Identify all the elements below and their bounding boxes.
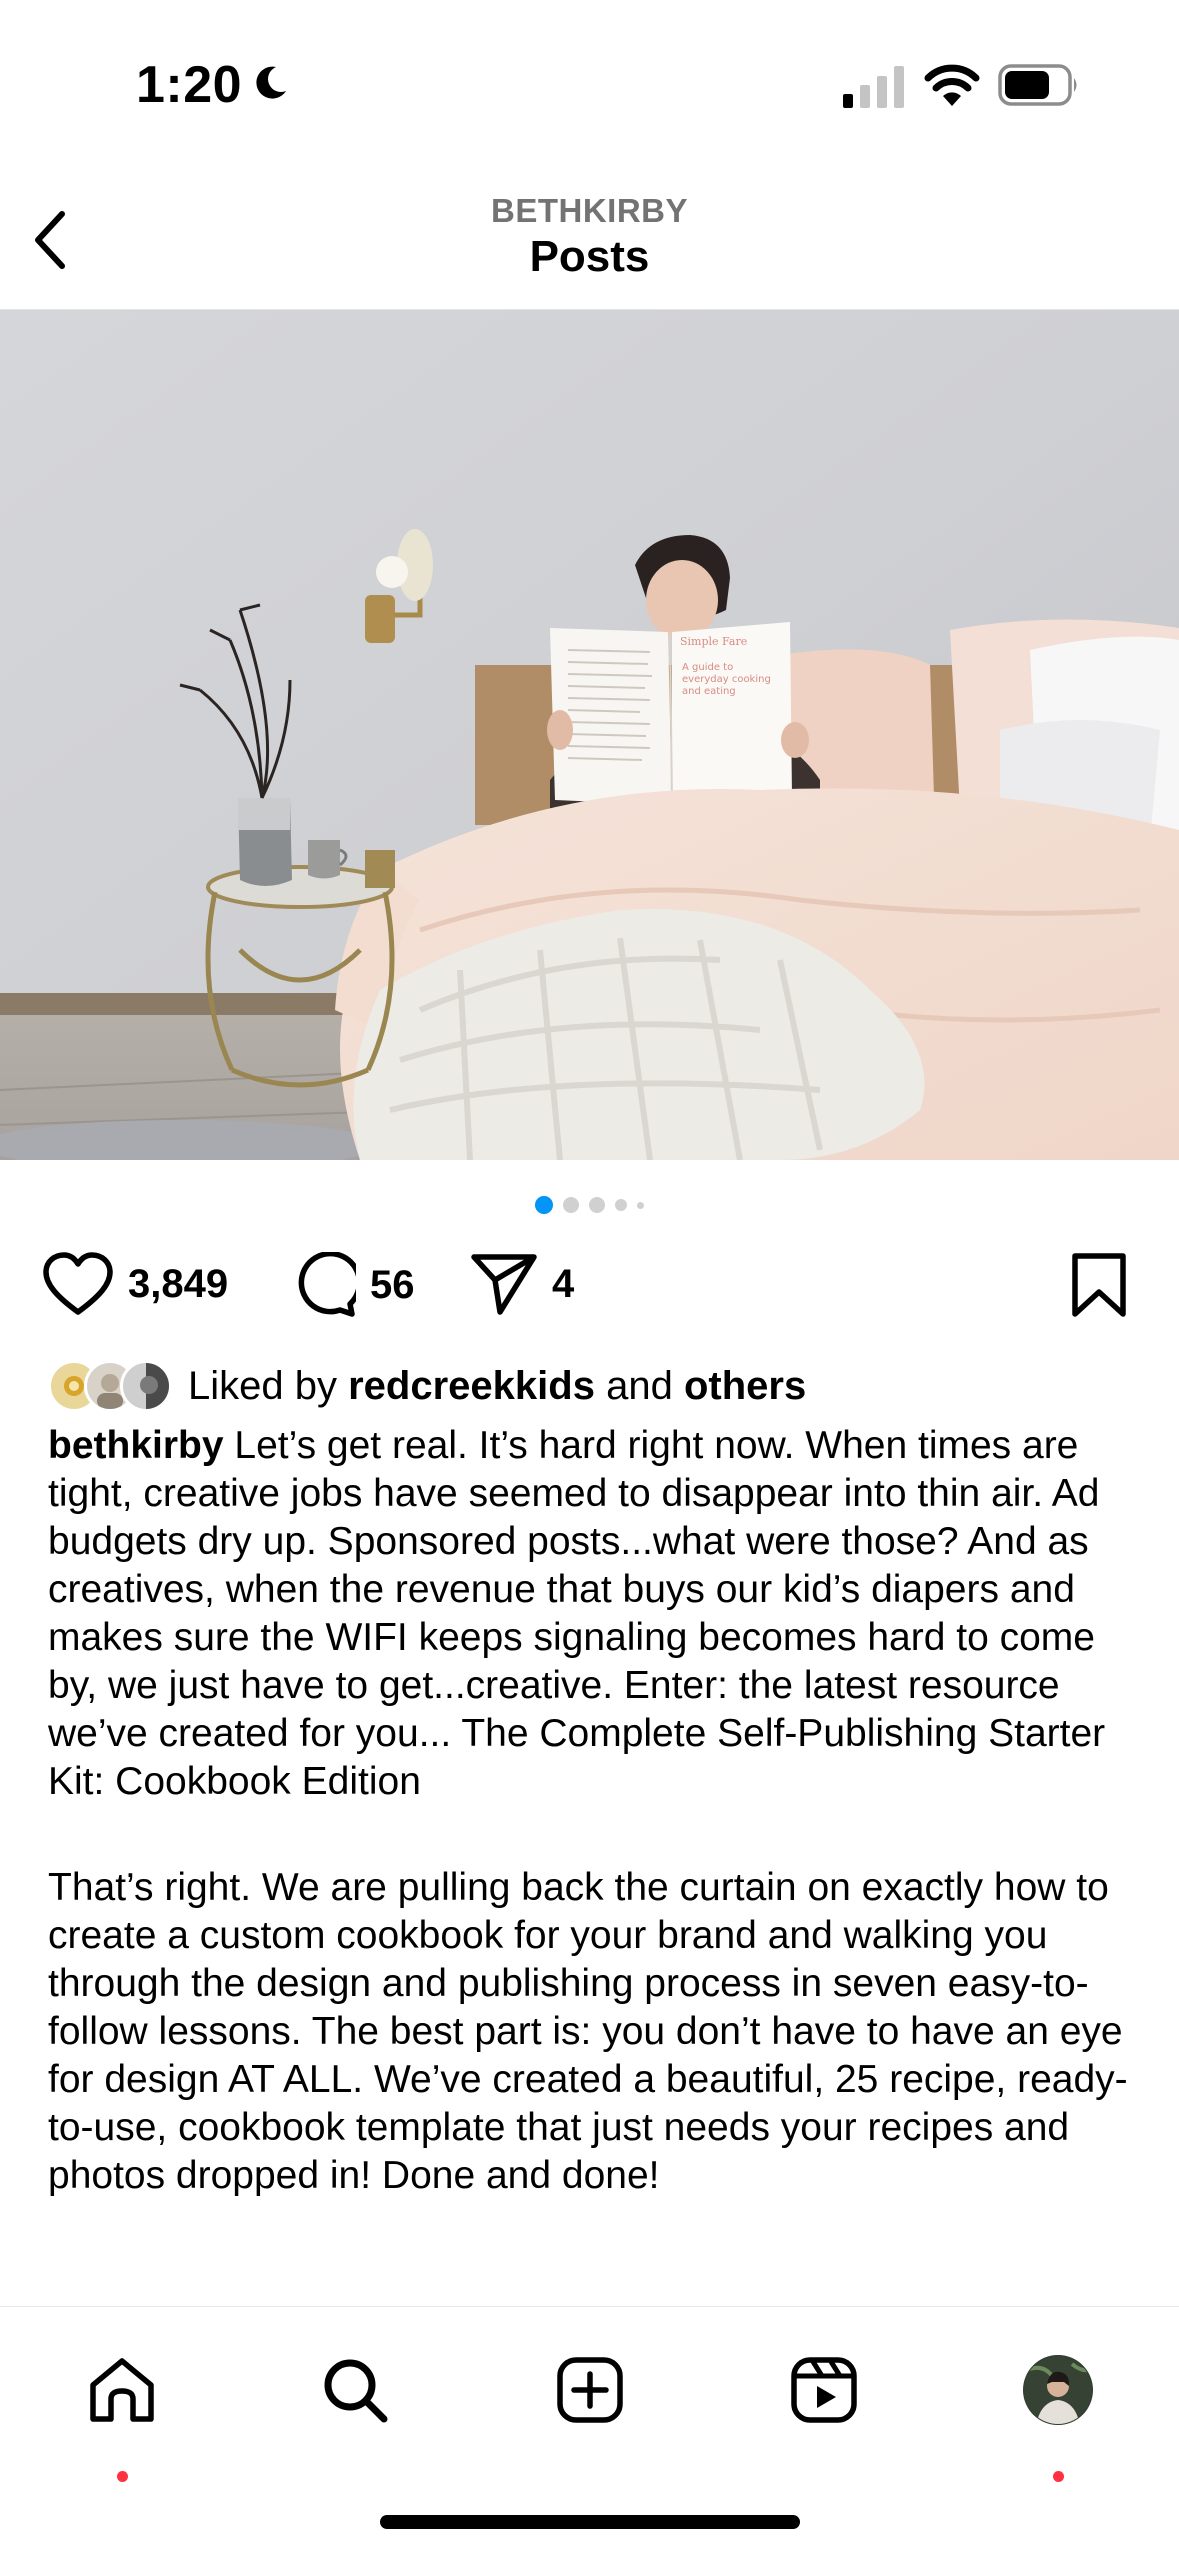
cellular-signal-icon — [843, 66, 904, 108]
page-header: BETHKIRBY Posts — [0, 170, 1179, 310]
carousel-indicator — [0, 1195, 1179, 1215]
carousel-dot — [589, 1197, 605, 1213]
profile-avatar — [1023, 2355, 1093, 2425]
liked-by-others[interactable]: others — [684, 1364, 806, 1408]
battery-icon — [998, 64, 1077, 106]
avatar — [120, 1360, 172, 1412]
heart-icon[interactable] — [42, 1252, 114, 1316]
like-action[interactable]: 3,849 — [42, 1252, 228, 1316]
page-title: Posts — [529, 232, 650, 281]
liker-avatars[interactable] — [48, 1358, 188, 1414]
post-actions: 3,849 56 4 — [0, 1240, 1179, 1330]
status-bar: 1:20 — [0, 0, 1179, 170]
tab-reels[interactable] — [779, 2345, 869, 2435]
status-time: 1:20 — [136, 56, 243, 114]
home-indicator — [380, 2515, 800, 2529]
moon-icon — [256, 66, 286, 99]
notification-dot — [1053, 2471, 1064, 2482]
home-icon — [90, 2358, 154, 2422]
liked-by-user[interactable]: redcreekkids — [348, 1364, 595, 1408]
plus-square-icon — [557, 2357, 623, 2423]
liked-by-text[interactable]: Liked by redcreekkids and others — [188, 1364, 806, 1409]
like-count[interactable]: 3,849 — [128, 1262, 228, 1307]
wifi-icon — [924, 64, 980, 106]
save-action[interactable] — [1070, 1252, 1128, 1318]
share-count[interactable]: 4 — [552, 1262, 574, 1307]
tab-profile[interactable] — [1013, 2345, 1103, 2482]
comment-count[interactable]: 56 — [370, 1263, 415, 1308]
post-caption: bethkirby Let’s get real. It’s hard righ… — [48, 1422, 1148, 2200]
svg-text:A guide to: A guide to — [682, 662, 733, 673]
post-photo[interactable]: Simple Fare A guide to everyday cooking … — [0, 310, 1179, 1160]
svg-text:and eating: and eating — [682, 686, 736, 697]
book-title-text: Simple Fare — [680, 635, 747, 648]
caption-text-1: Let’s get real. It’s hard right now. Whe… — [48, 1424, 1106, 1803]
comment-icon[interactable] — [290, 1252, 356, 1318]
carousel-dot — [637, 1201, 644, 1209]
caption-paragraph-2: That’s right. We are pulling back the cu… — [48, 1866, 1128, 2197]
comment-action[interactable]: 56 — [290, 1252, 415, 1318]
post-image: Simple Fare A guide to everyday cooking … — [0, 310, 1179, 1160]
caption-username[interactable]: bethkirby — [48, 1424, 224, 1467]
svg-text:everyday cooking: everyday cooking — [682, 674, 771, 685]
liked-by-row[interactable]: Liked by redcreekkids and others — [48, 1356, 806, 1416]
carousel-dot — [563, 1197, 579, 1213]
share-icon[interactable] — [470, 1252, 538, 1316]
carousel-dot-active — [535, 1196, 553, 1214]
tab-create[interactable] — [545, 2345, 635, 2435]
liked-by-prefix: Liked by — [188, 1363, 337, 1408]
tab-home[interactable] — [77, 2345, 167, 2482]
liked-by-joiner: and — [606, 1363, 673, 1408]
profile-username[interactable]: BETHKIRBY — [0, 192, 1179, 230]
notification-dot — [117, 2471, 128, 2482]
search-icon — [324, 2359, 388, 2423]
caption-paragraph-1: bethkirby Let’s get real. It’s hard righ… — [48, 1422, 1148, 1806]
tab-search[interactable] — [310, 2345, 400, 2435]
share-action[interactable]: 4 — [470, 1252, 574, 1316]
bookmark-icon[interactable] — [1070, 1252, 1128, 1318]
reels-icon — [791, 2357, 857, 2423]
carousel-dot — [615, 1199, 627, 1211]
